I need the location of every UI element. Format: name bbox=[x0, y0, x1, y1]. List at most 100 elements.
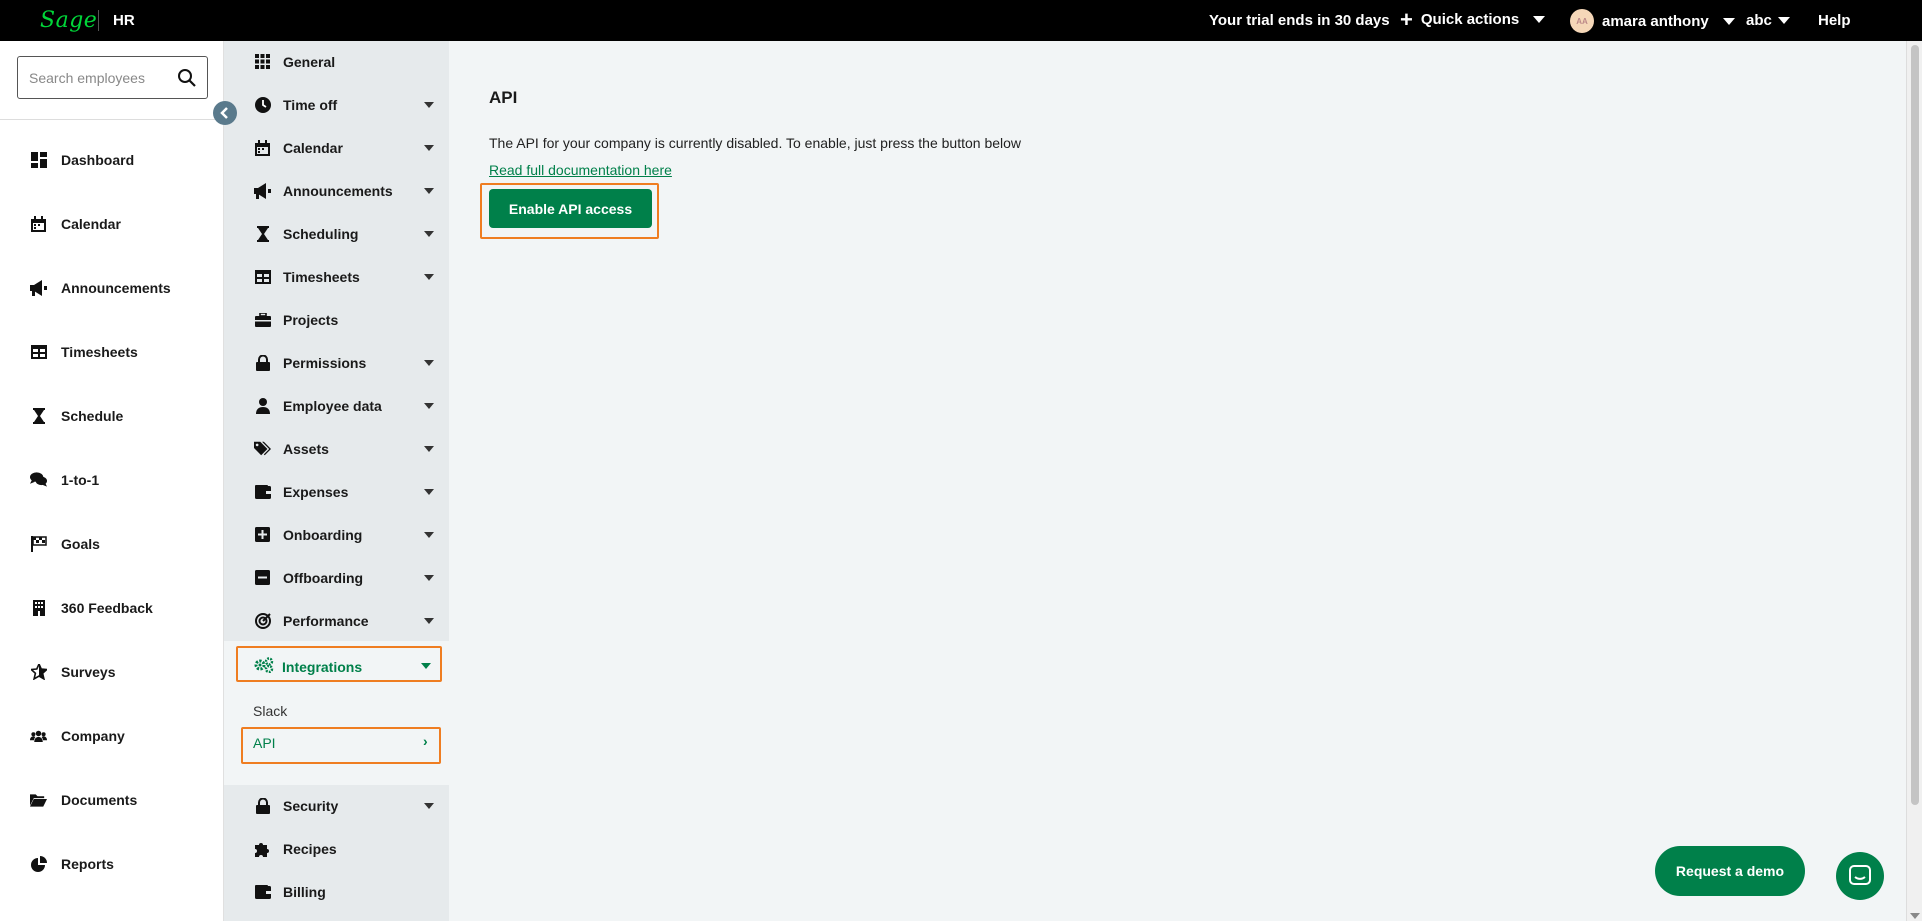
chat-icon bbox=[1849, 865, 1871, 885]
table-icon bbox=[254, 268, 271, 285]
sidebar-item-dashboard[interactable]: Dashboard bbox=[30, 151, 134, 168]
chevron-down-icon bbox=[424, 446, 434, 452]
wallet-icon bbox=[254, 883, 271, 900]
sidebar-item-label: Documents bbox=[61, 791, 138, 808]
sidebar-item-label: 1-to-1 bbox=[61, 471, 100, 488]
sidebar-item-label: Surveys bbox=[61, 663, 116, 680]
settings-item-scheduling[interactable]: Scheduling bbox=[254, 225, 434, 242]
flag-icon bbox=[30, 535, 47, 552]
user-menu[interactable]: AA amara anthony bbox=[1570, 9, 1735, 33]
help-link[interactable]: Help bbox=[1818, 12, 1851, 29]
settings-item-label: Expenses bbox=[283, 483, 349, 500]
sidebar-item-goals[interactable]: Goals bbox=[30, 535, 100, 552]
settings-item-performance[interactable]: Performance bbox=[254, 612, 434, 629]
quick-actions-button[interactable]: + Quick actions bbox=[1400, 8, 1546, 30]
sidebar-item-surveys[interactable]: Surveys bbox=[30, 663, 115, 680]
main-sidebar: Dashboard Calendar Announcements Timeshe… bbox=[0, 41, 224, 921]
sidebar-item-announcements[interactable]: Announcements bbox=[30, 279, 171, 296]
settings-item-offboarding[interactable]: Offboarding bbox=[254, 569, 434, 586]
search-input[interactable] bbox=[29, 69, 169, 86]
scrollbar-thumb[interactable] bbox=[1911, 45, 1919, 805]
settings-item-employee-data[interactable]: Employee data bbox=[254, 397, 434, 414]
settings-item-onboarding[interactable]: Onboarding bbox=[254, 526, 434, 543]
dashboard-icon bbox=[30, 151, 47, 168]
settings-item-label: Recipes bbox=[283, 840, 337, 857]
folder-icon bbox=[30, 791, 47, 808]
pie-chart-icon bbox=[30, 855, 47, 872]
settings-item-announcements[interactable]: Announcements bbox=[254, 182, 434, 199]
top-bar: Sage HR Your trial ends in 30 days + Qui… bbox=[0, 0, 1922, 41]
settings-item-recipes[interactable]: Recipes bbox=[254, 840, 434, 857]
settings-item-permissions[interactable]: Permissions bbox=[254, 354, 434, 371]
settings-panel: General Time off Calendar Announcements … bbox=[224, 41, 449, 921]
trial-notice[interactable]: Your trial ends in 30 days bbox=[1209, 12, 1390, 29]
puzzle-icon bbox=[254, 840, 271, 857]
settings-item-expenses[interactable]: Expenses bbox=[254, 483, 434, 500]
sidebar-item-label: Timesheets bbox=[61, 343, 138, 360]
calendar-icon bbox=[254, 139, 271, 156]
chevron-down-icon bbox=[424, 274, 434, 280]
settings-item-label: Integrations bbox=[282, 658, 363, 675]
settings-item-integrations[interactable]: Integrations bbox=[254, 657, 362, 676]
settings-item-billing[interactable]: Billing bbox=[254, 883, 434, 900]
settings-item-label: Performance bbox=[283, 612, 369, 629]
settings-item-label: Projects bbox=[283, 311, 339, 328]
hourglass-icon bbox=[30, 407, 47, 424]
sidebar-item-calendar[interactable]: Calendar bbox=[30, 215, 121, 232]
chevron-down-icon bbox=[424, 489, 434, 495]
settings-item-assets[interactable]: Assets bbox=[254, 440, 434, 457]
chevron-down-icon bbox=[424, 360, 434, 366]
sidebar-item-schedule[interactable]: Schedule bbox=[30, 407, 123, 424]
chevron-down-icon bbox=[424, 618, 434, 624]
settings-item-label: Onboarding bbox=[283, 526, 363, 543]
settings-item-security[interactable]: Security bbox=[254, 797, 434, 814]
sidebar-item-documents[interactable]: Documents bbox=[30, 791, 137, 808]
submenu-item-slack[interactable]: Slack bbox=[253, 703, 287, 719]
settings-item-time-off[interactable]: Time off bbox=[254, 96, 434, 113]
avatar: AA bbox=[1570, 9, 1594, 33]
chevron-down-icon bbox=[424, 403, 434, 409]
sidebar-item-label: Reports bbox=[61, 855, 114, 872]
sidebar-item-360-feedback[interactable]: 360 Feedback bbox=[30, 599, 153, 616]
submenu-item-api[interactable]: API bbox=[253, 735, 276, 751]
logo-divider bbox=[98, 10, 99, 31]
collapse-sidebar-button[interactable] bbox=[213, 101, 237, 125]
plus-square-icon bbox=[254, 526, 271, 543]
settings-item-label: Scheduling bbox=[283, 225, 359, 242]
documentation-link[interactable]: Read full documentation here bbox=[489, 162, 672, 178]
settings-item-label: Offboarding bbox=[283, 569, 364, 586]
settings-item-general[interactable]: General bbox=[254, 53, 434, 70]
grid-icon bbox=[254, 53, 271, 70]
chevron-down-icon bbox=[1777, 17, 1790, 24]
request-demo-button[interactable]: Request a demo bbox=[1655, 846, 1805, 896]
lock-icon bbox=[254, 797, 271, 814]
minus-square-icon bbox=[254, 569, 271, 586]
settings-item-projects[interactable]: Projects bbox=[254, 311, 434, 328]
settings-item-label: Assets bbox=[283, 440, 329, 457]
company-name: abc bbox=[1746, 12, 1772, 29]
people-icon bbox=[30, 727, 47, 744]
sidebar-item-timesheets[interactable]: Timesheets bbox=[30, 343, 138, 360]
search-icon[interactable] bbox=[177, 68, 197, 88]
sage-logo[interactable]: Sage bbox=[40, 8, 97, 33]
search-box bbox=[17, 56, 208, 99]
scrollbar[interactable] bbox=[1906, 41, 1922, 921]
company-menu[interactable]: abc bbox=[1746, 12, 1790, 29]
chevron-down-icon bbox=[424, 188, 434, 194]
table-icon bbox=[30, 343, 47, 360]
sidebar-item-label: Dashboard bbox=[61, 151, 135, 168]
settings-item-label: Billing bbox=[283, 883, 326, 900]
clock-icon bbox=[254, 96, 271, 113]
settings-item-timesheets[interactable]: Timesheets bbox=[254, 268, 434, 285]
sidebar-item-label: Company bbox=[61, 727, 125, 744]
sidebar-item-company[interactable]: Company bbox=[30, 727, 125, 744]
settings-item-label: Timesheets bbox=[283, 268, 360, 285]
settings-item-calendar[interactable]: Calendar bbox=[254, 139, 434, 156]
briefcase-icon bbox=[254, 311, 271, 328]
hourglass-icon bbox=[254, 225, 271, 242]
enable-api-button[interactable]: Enable API access bbox=[489, 189, 652, 228]
sidebar-item-1-to-1[interactable]: 1-to-1 bbox=[30, 471, 99, 488]
sidebar-item-reports[interactable]: Reports bbox=[30, 855, 114, 872]
scroll-down-arrow[interactable] bbox=[1910, 913, 1920, 919]
chat-launcher-button[interactable] bbox=[1836, 852, 1884, 900]
